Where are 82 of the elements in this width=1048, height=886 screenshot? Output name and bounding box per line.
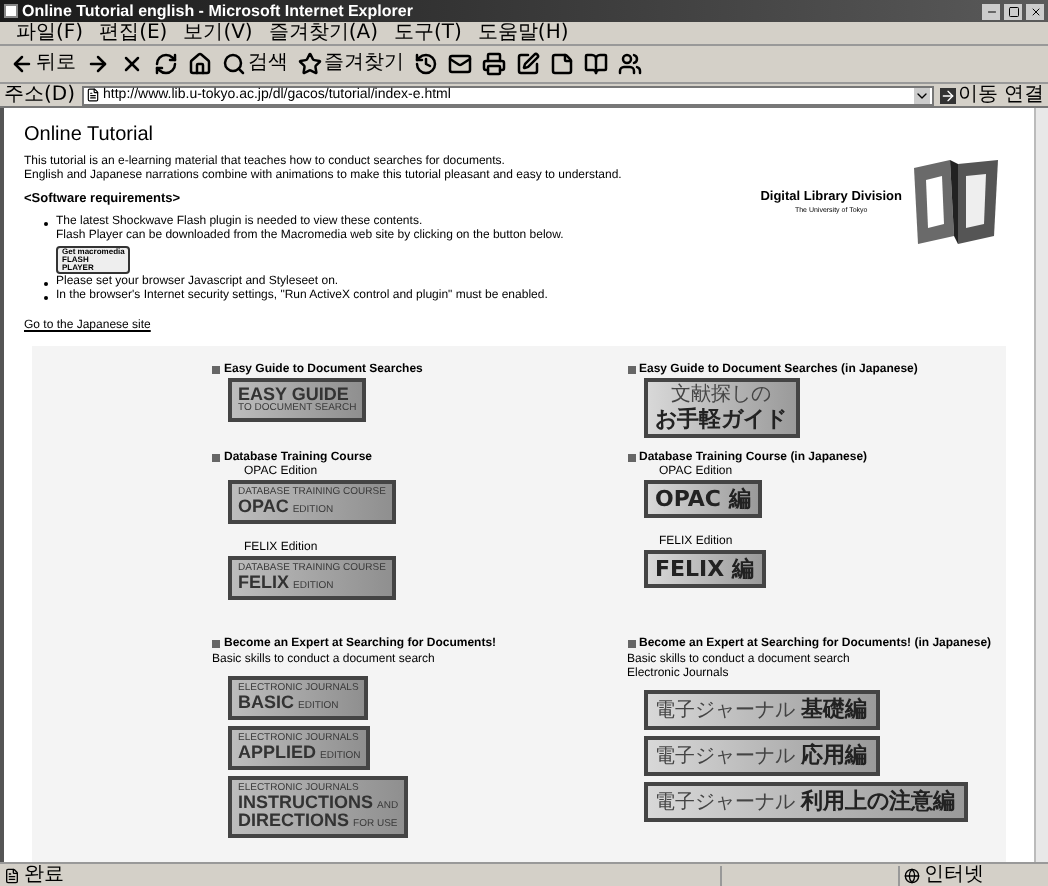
banner-text: OPAC 編 — [655, 488, 751, 510]
square-bullet-icon — [212, 366, 220, 374]
banner-text: お手軽ガイド — [655, 408, 787, 430]
banner-link[interactable]: FELIX 編 — [643, 550, 766, 588]
toolbar-button[interactable] — [446, 52, 474, 76]
banner-text: 電子ジャーナル — [655, 748, 795, 768]
banner-link[interactable]: OPAC 編 — [643, 480, 763, 518]
close-button[interactable] — [1026, 3, 1044, 19]
refresh-icon — [154, 52, 178, 76]
links-label[interactable]: 연결 — [1004, 85, 1044, 105]
minimize-button[interactable] — [982, 3, 1000, 19]
banner-text: 文献探しの — [671, 386, 771, 406]
note-icon — [550, 52, 574, 76]
back-icon — [10, 52, 34, 76]
banner-text: INSTRUCTIONS — [238, 794, 373, 812]
square-bullet-icon — [627, 640, 635, 648]
go-button[interactable]: 이동 — [940, 85, 998, 105]
toolbar-button[interactable] — [412, 52, 440, 76]
page-icon — [4, 4, 18, 18]
banner-text: 電子ジャーナル — [655, 794, 795, 814]
mail-icon — [448, 52, 472, 76]
menu-item[interactable]: 보기(V) — [183, 23, 253, 43]
history-icon — [414, 52, 438, 76]
minimize-icon — [985, 5, 997, 17]
banner-text: 応用編 — [801, 744, 867, 766]
banner-text: OPAC — [238, 498, 289, 516]
toolbar-button[interactable]: 뒤로 — [8, 52, 78, 76]
printer-icon — [482, 52, 506, 76]
dropdown-icon — [914, 87, 930, 103]
toolbar-button[interactable] — [616, 52, 644, 76]
toolbar-button[interactable] — [186, 52, 214, 76]
window-title: Online Tutorial english - Microsoft Internet Explorer — [22, 3, 415, 19]
menu-item[interactable]: 도움말(H) — [477, 23, 569, 43]
square-bullet-icon — [212, 454, 220, 462]
maximize-button[interactable] — [1004, 3, 1022, 19]
square-bullet-icon — [212, 640, 220, 648]
banner-link[interactable]: 電子ジャーナル 応用編 — [643, 736, 879, 776]
edit-icon — [516, 52, 540, 76]
page-title: Online Tutorial — [24, 124, 155, 148]
menu-item[interactable]: 즐겨찾기(A) — [268, 23, 378, 43]
home-icon — [188, 52, 212, 76]
banner-text: DIRECTIONS — [238, 812, 350, 830]
banner-text: 利用上の注意編 — [801, 790, 955, 812]
banner-text: FELIX 編 — [655, 558, 754, 580]
toolbar-button[interactable] — [582, 52, 610, 76]
toolbar-button[interactable]: 즐겨찾기 — [296, 52, 406, 76]
maximize-icon — [1007, 5, 1019, 17]
square-bullet-icon — [627, 366, 635, 374]
banner-text: BASIC — [238, 694, 295, 712]
status-text: 완료 — [24, 865, 66, 885]
banner-text: FELIX — [238, 574, 290, 592]
menu-item[interactable]: 편집(E) — [99, 23, 168, 43]
people-icon — [618, 52, 642, 76]
banner-link[interactable]: 電子ジャーナル 基礎編 — [643, 690, 879, 730]
close-icon — [1029, 5, 1041, 17]
menu-item[interactable]: 도구(T) — [394, 23, 462, 43]
toolbar-button[interactable] — [548, 52, 576, 76]
book-logo-icon — [910, 156, 1002, 248]
square-bullet-icon — [627, 454, 635, 462]
page-icon — [4, 867, 20, 883]
toolbar-button[interactable] — [480, 52, 508, 76]
stop-icon — [120, 52, 144, 76]
banner-link[interactable]: 電子ジャーナル 利用上の注意編 — [643, 782, 967, 822]
globe-icon — [904, 867, 920, 883]
search-icon — [222, 52, 246, 76]
toolbar-button[interactable] — [84, 52, 112, 76]
page-icon — [85, 88, 100, 102]
banner-link[interactable]: 文献探しの お手軽ガイド — [643, 378, 799, 438]
scrollbar[interactable] — [1034, 108, 1048, 862]
toolbar-button[interactable]: 검색 — [220, 52, 290, 76]
banner-text: 電子ジャーナル — [655, 702, 795, 722]
address-label: 주소(D) — [4, 85, 76, 105]
banner-text: EASY GUIDE — [238, 386, 349, 404]
banner-text: 基礎編 — [801, 698, 867, 720]
forward-icon — [86, 52, 110, 76]
toolbar-button[interactable] — [152, 52, 180, 76]
book-icon — [584, 52, 608, 76]
toolbar-button[interactable] — [514, 52, 542, 76]
zone-text: 인터넷 — [924, 865, 986, 885]
banner-text: APPLIED — [238, 744, 317, 762]
menu-item[interactable]: 파일(F) — [16, 23, 84, 43]
star-icon — [298, 52, 322, 76]
